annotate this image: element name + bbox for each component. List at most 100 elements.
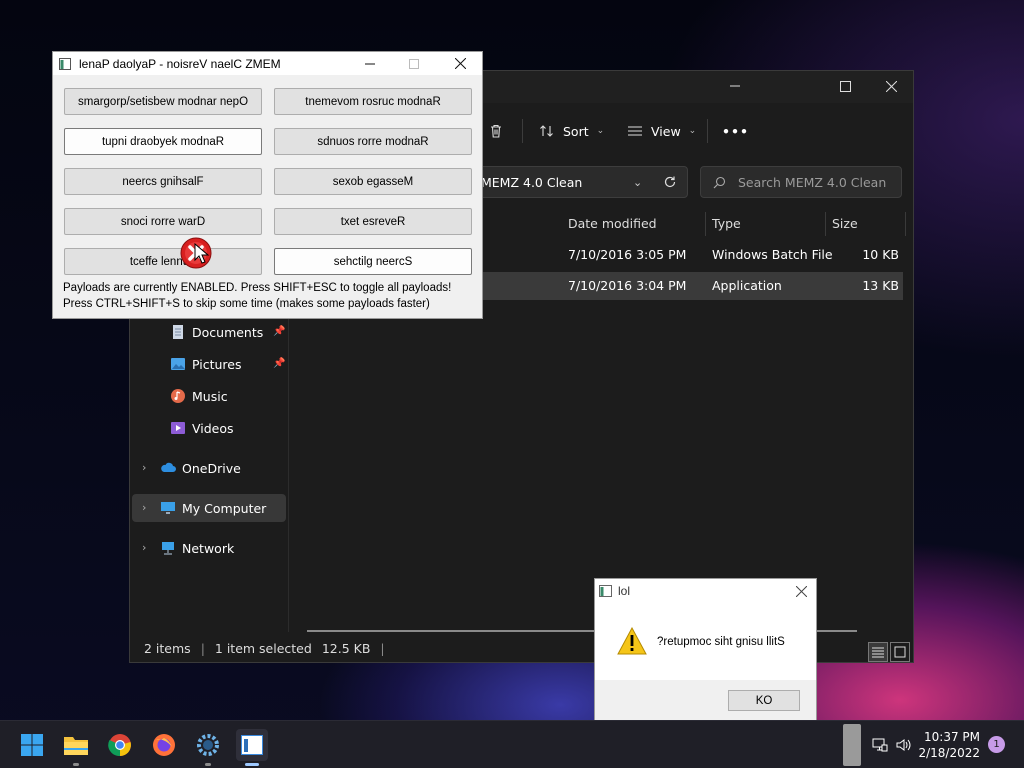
memz-app-icon: [241, 735, 263, 755]
taskbar-settings[interactable]: [192, 729, 224, 766]
taskbar-file-explorer[interactable]: [60, 729, 92, 766]
file-date: 7/10/2016 3:04 PM: [568, 278, 687, 293]
status-size: 12.5 KB: [321, 640, 371, 656]
message-box[interactable]: lol ?retupmoc siht gnisu llitS KO: [594, 578, 817, 723]
nav-item-my-computer[interactable]: My Computer: [132, 494, 286, 522]
notification-badge[interactable]: 1: [988, 736, 1005, 753]
thumbnail-view-button[interactable]: [890, 642, 910, 662]
nav-label: Music: [192, 388, 228, 404]
nav-item-documents[interactable]: Documents: [170, 318, 263, 346]
pin-icon[interactable]: 📌: [273, 358, 285, 369]
column-divider[interactable]: [825, 212, 826, 236]
search-icon: [713, 176, 726, 188]
navigation-pane: Documents 📌 Pictures 📌 Music Videos › On…: [130, 316, 289, 632]
start-button[interactable]: [16, 729, 48, 761]
taskbar-firefox[interactable]: [148, 729, 180, 761]
status-divider: |: [200, 640, 205, 656]
minimize-button[interactable]: [712, 71, 758, 101]
payload-random-error-sounds-button[interactable]: sdnuos rorre modnaR: [274, 128, 472, 155]
close-icon: [885, 80, 897, 92]
music-icon: [171, 389, 185, 403]
view-list-icon: [628, 126, 642, 136]
nav-item-videos[interactable]: Videos: [170, 414, 234, 442]
show-desktop-handle[interactable]: [843, 724, 861, 766]
payload-screen-glitches-button[interactable]: sehctilg neercS: [274, 248, 472, 275]
payload-random-cursor-button[interactable]: tnemevom rosruc modnaR: [274, 88, 472, 115]
computer-icon: [161, 502, 175, 514]
sort-label: Sort: [563, 123, 589, 139]
nav-label: Pictures: [192, 356, 242, 372]
nav-label: Videos: [192, 420, 234, 436]
network-icon: [162, 542, 174, 555]
payload-hint-text: Press CTRL+SHIFT+S to skip some time (ma…: [63, 298, 430, 310]
column-size[interactable]: Size: [832, 212, 858, 234]
file-size: 13 KB: [862, 278, 899, 293]
memz-payload-panel[interactable]: lenaP daolyaP - noisreV naelC ZMEM smarg…: [52, 51, 483, 319]
view-button[interactable]: View ⌄: [627, 119, 696, 143]
more-options-button[interactable]: •••: [722, 119, 749, 143]
address-bar[interactable]: MEMZ 4.0 Clean ⌄: [476, 166, 688, 198]
status-divider: |: [380, 640, 385, 656]
maximize-icon: [839, 80, 851, 92]
refresh-icon[interactable]: [663, 175, 677, 189]
sort-button[interactable]: Sort ⌄: [539, 119, 604, 143]
close-button[interactable]: [437, 52, 483, 75]
running-indicator: [73, 763, 79, 766]
chevron-right-icon[interactable]: ›: [142, 461, 146, 474]
network-status-icon[interactable]: [872, 737, 888, 753]
settings-icon: [197, 734, 219, 756]
taskbar-chrome[interactable]: [104, 729, 136, 761]
chevron-right-icon[interactable]: ›: [142, 501, 146, 514]
nav-item-pictures[interactable]: Pictures: [170, 350, 242, 378]
file-date: 7/10/2016 3:05 PM: [568, 247, 687, 262]
nav-item-music[interactable]: Music: [170, 382, 228, 410]
payload-message-boxes-button[interactable]: sexob egasseM: [274, 168, 472, 195]
clock-date: 2/18/2022: [918, 746, 980, 760]
ok-button[interactable]: KO: [728, 690, 800, 711]
file-type: Windows Batch File: [712, 247, 833, 262]
close-icon[interactable]: [796, 586, 807, 597]
chevron-right-icon[interactable]: ›: [142, 541, 146, 554]
status-item-count: 2 items: [144, 640, 191, 656]
message-box-footer: KO: [595, 680, 816, 722]
payload-random-keyboard-button[interactable]: tupni draobyek modnaR: [64, 128, 262, 155]
column-divider[interactable]: [705, 212, 706, 236]
chevron-down-icon: ⌄: [596, 126, 605, 136]
minimize-icon: [365, 63, 375, 64]
details-view-button[interactable]: [868, 642, 888, 662]
nav-item-onedrive[interactable]: OneDrive: [160, 454, 241, 482]
maximize-button[interactable]: [822, 71, 868, 101]
delete-button[interactable]: [488, 119, 504, 143]
pin-icon[interactable]: 📌: [273, 326, 285, 337]
close-icon: [454, 58, 466, 69]
app-window-icon: [599, 585, 612, 597]
toolbar-divider: [522, 119, 523, 143]
payload-reverse-text-button[interactable]: txet esreveR: [274, 208, 472, 235]
file-size: 10 KB: [862, 247, 899, 262]
taskbar-clock[interactable]: 10:37 PM 2/18/2022: [918, 729, 980, 761]
sort-icon: [540, 125, 553, 137]
taskbar-memz-app[interactable]: [236, 729, 268, 766]
payload-tunnel-effect-button[interactable]: tceffe lennuT: [64, 248, 262, 275]
column-type[interactable]: Type: [712, 212, 741, 234]
payload-flashing-screen-button[interactable]: neercs gnihsalF: [64, 168, 262, 195]
column-date-modified[interactable]: Date modified: [568, 212, 657, 234]
payload-open-random-websites-button[interactable]: smargorp/setisbew modnar nepO: [64, 88, 262, 115]
close-button[interactable]: [868, 71, 914, 101]
chrome-icon: [108, 734, 131, 757]
warning-icon: [617, 627, 647, 655]
column-divider[interactable]: [905, 212, 906, 236]
address-dropdown-icon[interactable]: ⌄: [633, 176, 642, 189]
payload-draw-error-icons-button[interactable]: snoci rorre warD: [64, 208, 262, 235]
volume-icon[interactable]: [896, 737, 913, 753]
file-explorer-icon: [64, 737, 88, 755]
message-box-titlebar[interactable]: lol: [595, 579, 816, 603]
memz-titlebar[interactable]: lenaP daolyaP - noisreV naelC ZMEM: [53, 52, 482, 75]
message-box-title: lol: [618, 584, 631, 598]
nav-item-network[interactable]: Network: [160, 534, 234, 562]
nav-label: OneDrive: [182, 460, 241, 476]
search-box[interactable]: Search MEMZ 4.0 Clean: [700, 166, 902, 198]
search-placeholder: Search MEMZ 4.0 Clean: [738, 174, 887, 190]
minimize-button[interactable]: [347, 52, 393, 75]
trash-icon: [491, 124, 501, 138]
